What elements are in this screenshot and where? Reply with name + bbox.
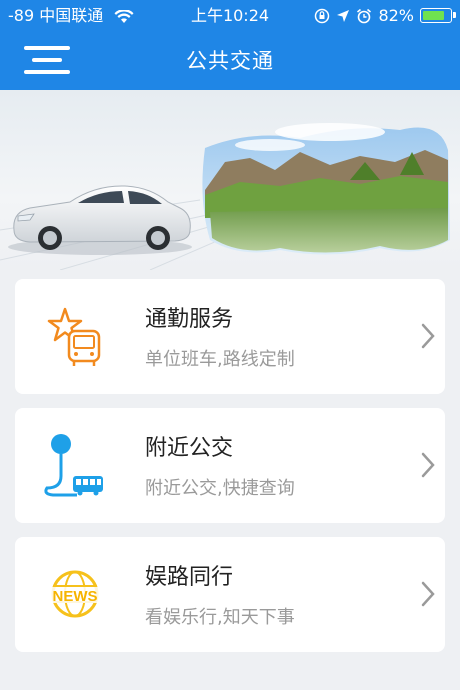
entertainment-card[interactable]: NEWS 娱路同行 看娱乐行,知天下事	[15, 537, 445, 652]
alarm-icon	[357, 8, 372, 24]
card-title: 附近公交	[145, 436, 234, 461]
status-bar: -89 中国联通 上午10:24 82%	[0, 0, 460, 32]
map-pin-bus-icon	[44, 434, 103, 497]
card-title: 娱路同行	[145, 565, 234, 590]
banner-illustration	[0, 123, 450, 270]
page-title: 公共交通	[186, 49, 274, 73]
news-icon: NEWS	[43, 570, 107, 618]
battery-level	[423, 10, 444, 20]
nearby-bus-card[interactable]: 附近公交 附近公交,快捷查询	[15, 408, 445, 523]
card-subtitle: 单位班车,路线定制	[145, 349, 295, 370]
news-icon-label: NEWS	[53, 588, 98, 605]
star-bus-icon	[47, 307, 101, 366]
card-title: 通勤服务	[145, 307, 234, 332]
card-subtitle: 看娱乐行,知天下事	[145, 607, 295, 628]
location-arrow-icon	[337, 10, 350, 22]
battery-icon	[420, 7, 456, 23]
commute-service-card[interactable]: 通勤服务 单位班车,路线定制	[15, 279, 445, 394]
chevron-right-icon	[421, 323, 435, 349]
card-subtitle: 附近公交,快捷查询	[145, 478, 295, 499]
chevron-right-icon	[421, 581, 435, 607]
banner-image	[0, 90, 460, 270]
battery-percent: 82%	[378, 6, 414, 25]
status-icons: 82%	[314, 0, 456, 32]
chevron-right-icon	[421, 452, 435, 478]
orientation-lock-icon	[315, 8, 330, 24]
nav-bar: 公共交通	[0, 32, 460, 90]
